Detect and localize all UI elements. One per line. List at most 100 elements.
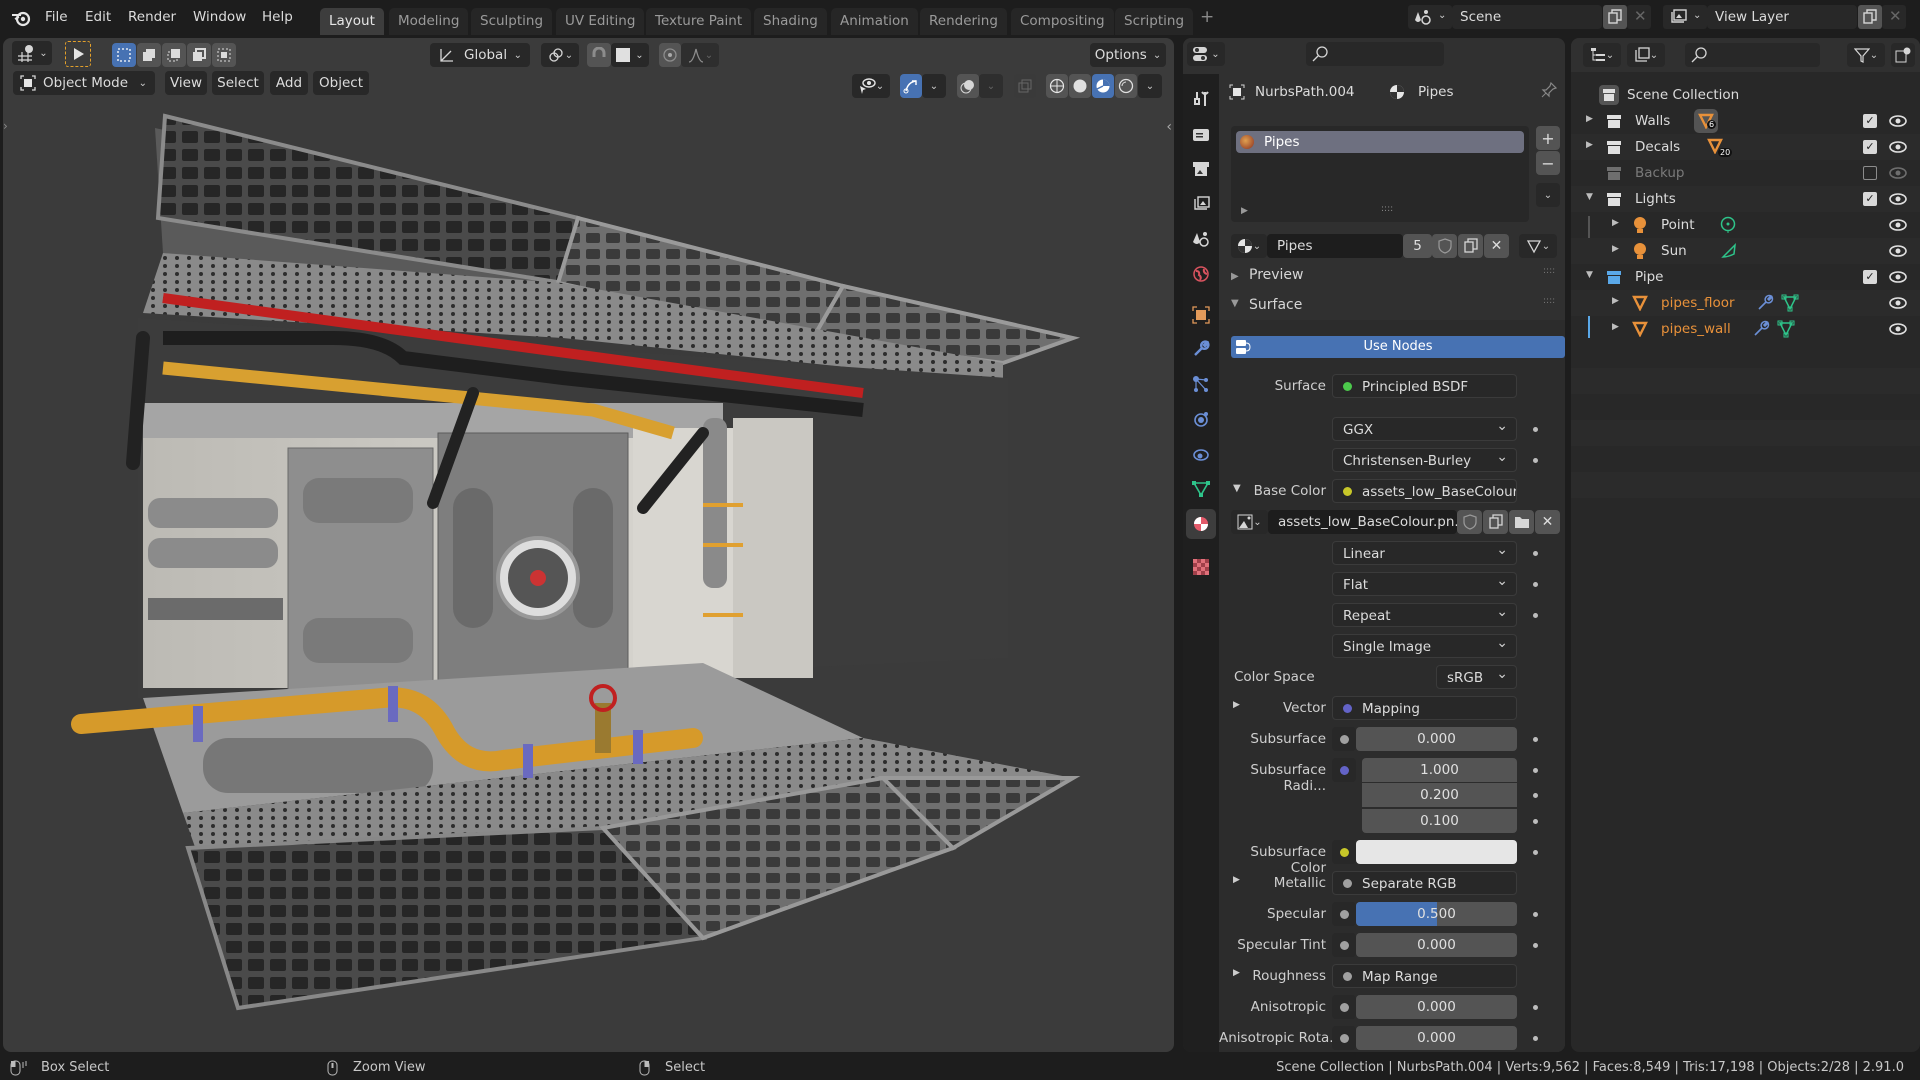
specular-tint-socket-button[interactable] xyxy=(1332,933,1356,957)
view-layer-name-field[interactable]: View Layer xyxy=(1707,5,1857,29)
image-fake-user-button[interactable] xyxy=(1457,510,1482,534)
outliner-row-lights[interactable]: ▼ Lights ✓ xyxy=(1571,186,1920,212)
sun-light-data-icon[interactable] xyxy=(1720,242,1738,260)
subsurface-color-socket-button[interactable] xyxy=(1332,840,1356,864)
material-specials-button[interactable]: ⌄ xyxy=(1536,183,1560,207)
exclude-checkbox[interactable] xyxy=(1863,166,1877,180)
outliner-row-pipes-floor[interactable]: ▶ pipes_floor xyxy=(1571,290,1920,316)
subsurface-method-dropdown[interactable]: Christensen-Burley xyxy=(1332,445,1517,472)
unlink-material-button[interactable]: ✕ xyxy=(1484,234,1509,258)
outliner-row-decals[interactable]: ▶ Decals 20 ✓ xyxy=(1571,134,1920,160)
projection-dropdown[interactable]: Flat xyxy=(1332,569,1517,596)
specular-tint-value[interactable]: 0.000 xyxy=(1356,933,1517,957)
roughness-link-field[interactable]: Map Range xyxy=(1332,964,1517,988)
vector-link-field[interactable]: Mapping xyxy=(1332,696,1517,720)
list-expand-icon[interactable]: ▶ xyxy=(1241,206,1248,216)
tab-physics[interactable] xyxy=(1186,404,1216,434)
subsurface-color-swatch[interactable] xyxy=(1356,840,1517,864)
tab-layout[interactable]: Layout xyxy=(320,8,384,35)
eye-icon[interactable] xyxy=(1889,243,1907,259)
outliner-row-pipe[interactable]: ▼ Pipe ✓ xyxy=(1571,264,1920,290)
expand-arrow-icon[interactable]: ▶ xyxy=(1612,296,1619,306)
expand-arrow-icon[interactable]: ▼ xyxy=(1231,298,1239,309)
tab-object[interactable] xyxy=(1186,300,1216,330)
eye-icon[interactable] xyxy=(1889,165,1907,181)
eye-icon[interactable] xyxy=(1889,139,1907,155)
subsurface-value[interactable]: 0.000 xyxy=(1356,727,1517,751)
tab-tool[interactable] xyxy=(1186,84,1216,114)
collapse-arrow-icon[interactable]: ▼ xyxy=(1586,192,1593,202)
mesh-objects-badge[interactable]: 6 xyxy=(1694,109,1718,133)
panel-surface-header[interactable]: Surface xyxy=(1249,297,1302,313)
tab-scripting[interactable]: Scripting xyxy=(1115,8,1194,35)
keyframe-dot[interactable] xyxy=(1533,1036,1538,1041)
specular-slider[interactable]: 0.500 xyxy=(1356,902,1517,926)
outliner-row-backup[interactable]: Backup xyxy=(1571,160,1920,186)
view-layer-selector-button[interactable]: ⌄ xyxy=(1663,5,1707,29)
surface-shader-field[interactable]: Principled BSDF xyxy=(1332,374,1517,398)
menu-window[interactable]: Window xyxy=(193,9,246,25)
anisotropic-socket-button[interactable] xyxy=(1332,995,1356,1019)
tab-texture[interactable] xyxy=(1186,552,1216,582)
eye-icon[interactable] xyxy=(1889,269,1907,285)
keyframe-dot[interactable] xyxy=(1533,850,1538,855)
tab-uv-editing[interactable]: UV Editing xyxy=(556,8,645,35)
outliner-row-point[interactable]: ▶ Point xyxy=(1571,212,1920,238)
exclude-checkbox[interactable]: ✓ xyxy=(1863,114,1877,128)
specular-socket-button[interactable] xyxy=(1332,902,1356,926)
material-slot-item[interactable]: Pipes xyxy=(1236,131,1524,153)
tab-render[interactable] xyxy=(1186,119,1216,149)
keyframe-dot[interactable] xyxy=(1533,912,1538,917)
outliner-row-pipes-wall[interactable]: ▶ pipes_wall xyxy=(1571,316,1920,342)
keyframe-dot[interactable] xyxy=(1533,793,1538,798)
point-light-data-icon[interactable] xyxy=(1720,216,1736,234)
tab-compositing[interactable]: Compositing xyxy=(1011,8,1114,35)
exclude-checkbox[interactable]: ✓ xyxy=(1863,140,1877,154)
eye-icon[interactable] xyxy=(1889,217,1907,233)
new-scene-button[interactable] xyxy=(1603,5,1627,29)
eye-icon[interactable] xyxy=(1889,321,1907,337)
keyframe-dot[interactable] xyxy=(1533,613,1538,618)
anisotropic-rotation-socket-button[interactable] xyxy=(1332,1026,1356,1050)
drag-handle-icon[interactable]: :::: xyxy=(1543,266,1555,276)
keyframe-dot[interactable] xyxy=(1533,1005,1538,1010)
add-workspace-button[interactable]: + xyxy=(1200,7,1214,27)
tab-material[interactable] xyxy=(1186,509,1216,539)
delete-scene-button[interactable]: ✕ xyxy=(1627,5,1651,29)
tab-world[interactable] xyxy=(1186,259,1216,289)
anisotropic-rotation-value[interactable]: 0.000 xyxy=(1356,1026,1517,1050)
list-resize-handle[interactable]: :::: xyxy=(1381,204,1393,214)
open-image-button[interactable] xyxy=(1509,510,1534,534)
tab-scene[interactable] xyxy=(1186,224,1216,254)
display-mode-dropdown[interactable]: ⌄ xyxy=(1627,43,1665,67)
menu-help[interactable]: Help xyxy=(262,9,293,25)
keyframe-dot[interactable] xyxy=(1533,427,1538,432)
menu-file[interactable]: File xyxy=(45,9,68,25)
expand-arrow-icon[interactable]: ▶ xyxy=(1612,322,1619,332)
tab-rendering[interactable]: Rendering xyxy=(920,8,1007,35)
keyframe-dot[interactable] xyxy=(1533,551,1538,556)
distribution-dropdown[interactable]: GGX xyxy=(1332,414,1517,441)
subsurface-radius-x[interactable]: 1.000 xyxy=(1362,758,1517,782)
expand-arrow-icon[interactable]: ▶ xyxy=(1586,114,1593,124)
use-nodes-button[interactable]: Use Nodes xyxy=(1231,336,1565,358)
wrench-icon[interactable] xyxy=(1756,294,1774,312)
duplicate-image-button[interactable] xyxy=(1483,510,1508,534)
outliner-row-scene-collection[interactable]: Scene Collection xyxy=(1571,82,1920,108)
keyframe-dot[interactable] xyxy=(1533,819,1538,824)
subsurface-radius-socket-button[interactable] xyxy=(1332,758,1356,782)
tab-particles[interactable] xyxy=(1186,369,1216,399)
tab-sculpting[interactable]: Sculpting xyxy=(471,8,553,35)
expand-arrow-icon[interactable]: ▶ xyxy=(1586,140,1593,150)
pin-icon[interactable] xyxy=(1541,82,1557,98)
mesh-data-icon[interactable] xyxy=(1781,294,1799,312)
new-collection-button[interactable] xyxy=(1891,43,1915,67)
tab-output[interactable] xyxy=(1186,154,1216,184)
exclude-checkbox[interactable]: ✓ xyxy=(1863,270,1877,284)
tab-modeling[interactable]: Modeling xyxy=(389,8,469,35)
add-material-slot-button[interactable]: + xyxy=(1536,126,1560,150)
editor-type-button[interactable]: ⌄ xyxy=(1187,42,1225,66)
outliner-search-input[interactable] xyxy=(1685,43,1820,67)
tab-object-data[interactable] xyxy=(1186,474,1216,504)
subsurface-socket-button[interactable] xyxy=(1332,727,1356,751)
